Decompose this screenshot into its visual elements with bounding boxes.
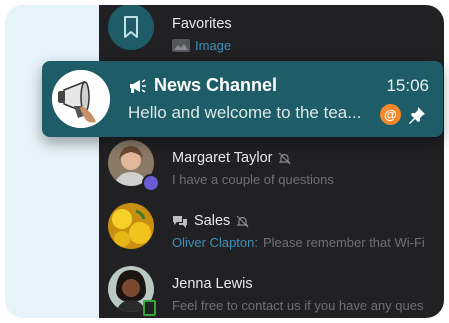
avatar [108, 203, 154, 249]
chat-row-news-channel[interactable]: News Channel 15:06 Hello and welcome to … [42, 61, 443, 137]
muted-bell-icon [236, 215, 249, 227]
lemons-photo [108, 203, 154, 249]
chat-name-text: Favorites [172, 16, 232, 32]
chat-preview-text: I have a couple of questions [172, 172, 334, 187]
megaphone-icon [130, 78, 146, 93]
chat-name: Favorites [172, 16, 232, 32]
chat-list: Favorites Image Margaret Taylor I have a… [99, 5, 444, 318]
message-time: 15:06 [386, 76, 429, 95]
chat-name-text: News Channel [154, 75, 278, 95]
chat-row-sales[interactable]: Sales Oliver Clapton: Please remember th… [99, 199, 444, 261]
chat-preview: I have a couple of questions [172, 172, 334, 187]
image-thumbnail-icon [172, 39, 190, 52]
device-indicator-icon [143, 300, 156, 316]
chat-preview-text: Please remember that Wi-Fi [262, 235, 425, 250]
chat-row-margaret-taylor[interactable]: Margaret Taylor I have a couple of quest… [99, 136, 444, 198]
chat-name: Margaret Taylor [172, 150, 291, 166]
muted-bell-icon [279, 152, 291, 164]
pin-icon [409, 107, 425, 124]
chat-preview: Oliver Clapton: Please remember that Wi-… [172, 235, 425, 250]
preview-media-label: Image [195, 38, 232, 53]
chat-list-screenshot: Favorites Image Margaret Taylor I have a… [0, 0, 449, 323]
chat-row-jenna-lewis[interactable]: Jenna Lewis Feel free to contact us if y… [99, 262, 444, 318]
chat-name: News Channel [128, 75, 277, 96]
chat-preview: Image [172, 38, 231, 53]
chat-preview: Feel free to contact us if you have any … [172, 298, 423, 313]
bookmark-icon [124, 16, 138, 38]
sender-name: Oliver Clapton: [172, 235, 258, 250]
chat-name: Jenna Lewis [172, 276, 253, 292]
chat-name-text: Margaret Taylor [172, 150, 273, 166]
megaphone-photo [52, 70, 110, 128]
chat-preview-text: Hello and welcome to the tea... [128, 103, 362, 122]
favorites-avatar [108, 5, 154, 50]
chat-name: Sales [172, 213, 249, 229]
left-sidebar-background [5, 5, 110, 318]
status-badge [142, 174, 160, 192]
chat-name-text: Jenna Lewis [172, 276, 253, 292]
chat-name-text: Sales [194, 213, 231, 229]
group-chat-icon [173, 215, 187, 228]
chat-row-favorites[interactable]: Favorites Image [99, 5, 444, 64]
mention-badge: @ [380, 104, 401, 125]
chat-preview-text: Feel free to contact us if you have any … [172, 298, 424, 313]
channel-avatar [52, 70, 110, 128]
